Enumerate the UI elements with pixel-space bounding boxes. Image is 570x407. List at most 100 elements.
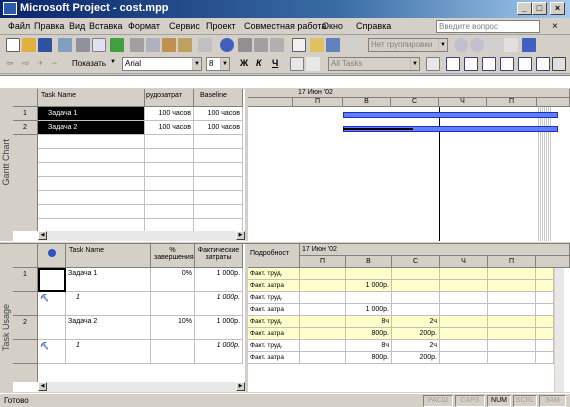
undo-icon[interactable]	[198, 38, 212, 52]
timephased-cell[interactable]	[536, 304, 554, 316]
arrow-left-icon[interactable]: ⇦	[6, 58, 14, 69]
timephased-cell[interactable]	[440, 292, 488, 304]
italic-button[interactable]: К	[256, 58, 262, 68]
timephased-cell[interactable]: 8ч	[346, 340, 392, 352]
timephased-cell[interactable]	[536, 268, 554, 280]
timephased-cell[interactable]	[536, 316, 554, 328]
task-name-cell[interactable]: Задача 1	[66, 268, 151, 292]
row-id[interactable]	[13, 292, 38, 316]
print-preview-icon[interactable]	[92, 38, 106, 52]
align-center-icon[interactable]	[306, 57, 320, 71]
timephased-cell[interactable]	[300, 280, 346, 292]
row-id[interactable]: 2	[13, 121, 38, 135]
new-icon[interactable]	[6, 38, 20, 52]
view-2-icon[interactable]	[464, 57, 478, 71]
assignment-name-cell[interactable]: 1	[66, 340, 151, 364]
baseline-cell[interactable]: 100 часов	[194, 121, 243, 135]
timephased-cell[interactable]: 800р.	[346, 352, 392, 364]
format-painter-icon[interactable]	[178, 38, 192, 52]
timephased-cell[interactable]: 1 000р.	[346, 280, 392, 292]
save-icon[interactable]	[38, 38, 52, 52]
timephased-cell[interactable]	[488, 304, 536, 316]
hyperlink-icon[interactable]	[220, 38, 234, 52]
email-icon[interactable]	[58, 38, 72, 52]
indent-icon[interactable]: +	[38, 58, 43, 68]
timephased-cell[interactable]: 800р.	[346, 328, 392, 340]
work-cell[interactable]: 100 часов	[145, 121, 194, 135]
indicators-header[interactable]	[38, 244, 66, 268]
font-size-dropdown[interactable]: 8 ▼	[206, 57, 230, 71]
table-icon[interactable]	[552, 57, 566, 71]
timephased-cell[interactable]	[536, 328, 554, 340]
minimize-button[interactable]: _	[517, 2, 532, 15]
menu-format[interactable]: Формат	[128, 21, 160, 31]
select-all-corner[interactable]	[13, 244, 38, 268]
timephased-cell[interactable]	[440, 340, 488, 352]
menu-window[interactable]: Окно	[322, 21, 343, 31]
zoom-out-icon[interactable]	[470, 38, 484, 52]
underline-button[interactable]: Ч	[272, 58, 278, 68]
row-id[interactable]	[13, 340, 38, 364]
timephased-cell[interactable]: 2ч	[392, 340, 440, 352]
menu-file[interactable]: Файл	[8, 21, 30, 31]
pct-complete-cell[interactable]	[151, 340, 195, 364]
menu-view[interactable]: Вид	[69, 21, 85, 31]
task-info-icon[interactable]	[292, 38, 306, 52]
bold-button[interactable]: Ж	[240, 58, 248, 68]
copy-icon[interactable]	[146, 38, 160, 52]
print-icon[interactable]	[76, 38, 90, 52]
task-name-cell[interactable]: Задача 1	[38, 107, 145, 121]
timephased-cell[interactable]	[392, 292, 440, 304]
indicator-cell[interactable]	[38, 268, 66, 292]
cut-icon[interactable]	[130, 38, 144, 52]
timephased-cell[interactable]	[488, 280, 536, 292]
timephased-cell[interactable]	[488, 352, 536, 364]
timephased-cell[interactable]	[392, 304, 440, 316]
task-name-cell[interactable]: Задача 2	[38, 121, 145, 135]
row-id[interactable]: 1	[13, 268, 38, 292]
baseline-cell[interactable]: 100 часов	[194, 107, 243, 121]
show-button[interactable]: Показать	[72, 59, 106, 68]
menu-edit[interactable]: Правка	[34, 21, 64, 31]
timephased-cell[interactable]	[536, 352, 554, 364]
task-notes-icon[interactable]	[310, 38, 324, 52]
help-search-input[interactable]: Введите вопрос	[436, 20, 540, 33]
timephased-cell[interactable]	[488, 316, 536, 328]
actual-cost-cell[interactable]: 1 000р.	[195, 340, 243, 364]
menu-collaborate[interactable]: Совместная работа	[244, 21, 326, 31]
timephased-cell[interactable]	[346, 292, 392, 304]
timephased-cell[interactable]	[488, 328, 536, 340]
pct-complete-cell[interactable]: 0%	[151, 268, 195, 292]
timephased-cell[interactable]	[536, 340, 554, 352]
split-task-icon[interactable]	[270, 38, 284, 52]
view-5-icon[interactable]	[518, 57, 532, 71]
timephased-cell[interactable]	[440, 268, 488, 280]
task-name-cell[interactable]: Задача 2	[66, 316, 151, 340]
timephased-cell[interactable]	[440, 304, 488, 316]
align-left-icon[interactable]	[290, 57, 304, 71]
assignment-name-cell[interactable]: 1	[66, 292, 151, 316]
task-bar[interactable]	[343, 112, 558, 118]
view-3-icon[interactable]	[482, 57, 496, 71]
autofilter-icon[interactable]	[426, 57, 440, 71]
timephased-cell[interactable]	[440, 280, 488, 292]
column-header[interactable]: Фактические затраты	[195, 244, 243, 268]
column-header[interactable]: Baseline	[194, 89, 243, 107]
timephased-cell[interactable]	[300, 340, 346, 352]
row-id[interactable]: 2	[13, 316, 38, 340]
timephased-cell[interactable]	[488, 340, 536, 352]
timephased-cell[interactable]: 1 000р.	[346, 304, 392, 316]
paste-icon[interactable]	[162, 38, 176, 52]
timephased-cell[interactable]	[300, 304, 346, 316]
timephased-cell[interactable]	[300, 328, 346, 340]
goto-task-icon[interactable]	[486, 38, 500, 52]
link-tasks-icon[interactable]	[238, 38, 252, 52]
arrow-right-icon[interactable]: ⇨	[22, 58, 30, 69]
timephased-cell[interactable]	[488, 292, 536, 304]
column-header[interactable]: Task Name	[66, 244, 151, 268]
row-id[interactable]: 1	[13, 107, 38, 121]
menu-tools[interactable]: Сервис	[169, 21, 200, 31]
actual-cost-cell[interactable]: 1 000р.	[195, 316, 243, 340]
indicator-cell[interactable]	[38, 316, 66, 340]
vertical-scrollbar[interactable]	[554, 268, 564, 392]
